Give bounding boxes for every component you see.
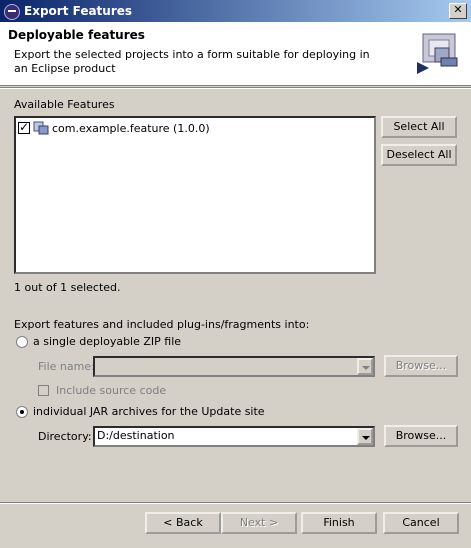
file-name-combo[interactable]: [93, 356, 375, 377]
back-button[interactable]: < Back: [145, 512, 221, 534]
feature-label: com.example.feature (1.0.0): [52, 121, 210, 135]
title-bar: Export Features ✕: [0, 0, 471, 22]
zip-file-option-label: a single deployable ZIP file: [33, 335, 182, 348]
chevron-down-icon[interactable]: [357, 428, 373, 445]
cancel-button[interactable]: Cancel: [383, 512, 459, 534]
select-all-button[interactable]: Select All: [381, 116, 457, 138]
chevron-down-icon[interactable]: [357, 358, 373, 375]
page-description: Export the selected projects into a form…: [14, 48, 370, 75]
features-list[interactable]: com.example.feature (1.0.0): [14, 116, 376, 274]
finish-button[interactable]: Finish: [301, 512, 377, 534]
zip-browse-button[interactable]: Browse...: [384, 355, 458, 377]
file-name-label: File name:: [38, 360, 95, 373]
page-title: Deployable features: [8, 28, 145, 42]
include-source-label: Include source code: [56, 384, 167, 397]
include-source-checkbox[interactable]: [38, 385, 49, 396]
directory-value: D:/destination: [97, 429, 175, 442]
jar-archives-radio[interactable]: [16, 406, 28, 418]
close-button[interactable]: ✕: [449, 3, 467, 19]
directory-browse-button[interactable]: Browse...: [384, 425, 458, 447]
window-title: Export Features: [24, 4, 133, 18]
feature-checkbox[interactable]: [18, 120, 30, 134]
eclipse-app-icon: [4, 4, 20, 20]
button-bar-separator: [0, 502, 471, 504]
export-destination-label: Export features and included plug-ins/fr…: [14, 318, 310, 331]
selection-status: 1 out of 1 selected.: [14, 281, 121, 294]
wizard-header: Deployable features Export the selected …: [0, 22, 471, 86]
export-feature-wizard-icon: [417, 33, 458, 74]
directory-combo[interactable]: D:/destination: [93, 426, 375, 447]
feature-plugin-icon: [33, 121, 49, 135]
list-item[interactable]: com.example.feature (1.0.0): [18, 120, 210, 135]
zip-file-radio[interactable]: [16, 336, 28, 348]
directory-label: Directory:: [38, 430, 92, 443]
jar-archives-option-label: individual JAR archives for the Update s…: [33, 405, 265, 418]
available-features-label: Available Features: [14, 98, 115, 111]
header-separator: [0, 87, 471, 89]
deselect-all-button[interactable]: Deselect All: [381, 144, 457, 166]
next-button[interactable]: Next >: [221, 512, 297, 534]
